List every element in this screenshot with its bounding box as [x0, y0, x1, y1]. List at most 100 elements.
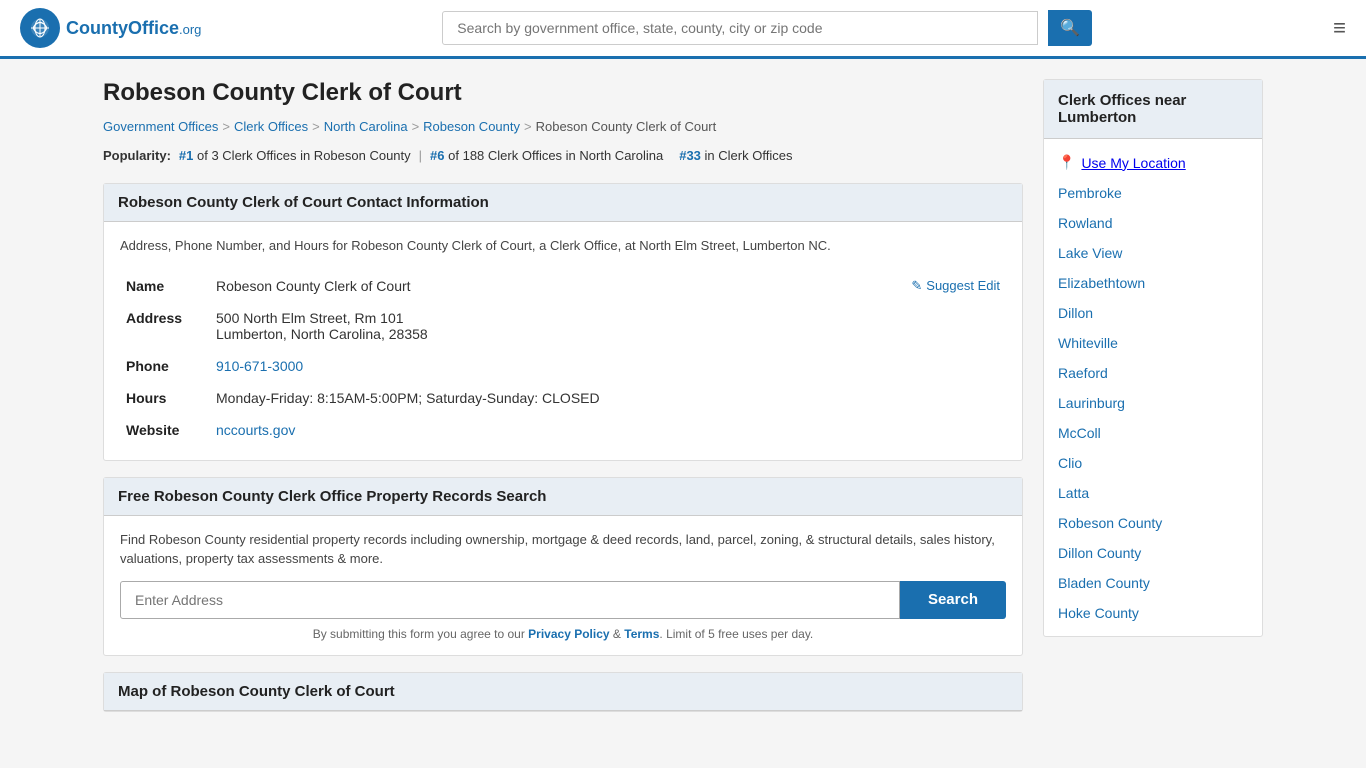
address-label: Address	[120, 302, 210, 350]
lakeview-link[interactable]: Lake View	[1058, 245, 1122, 261]
sidebar-item-whiteville: Whiteville	[1044, 328, 1262, 358]
sidebar-item-bladen-county: Bladen County	[1044, 568, 1262, 598]
breadcrumb-item-5: Robeson County Clerk of Court	[536, 119, 717, 134]
header-search-button[interactable]: 🔍	[1048, 10, 1092, 46]
property-description: Find Robeson County residential property…	[120, 530, 1006, 569]
map-section-header: Map of Robeson County Clerk of Court	[104, 673, 1022, 711]
breadcrumb-sep-4: >	[524, 119, 532, 134]
main-content: Robeson County Clerk of Court Government…	[103, 79, 1023, 728]
whiteville-link[interactable]: Whiteville	[1058, 335, 1118, 351]
address-search-input[interactable]	[120, 581, 900, 619]
contact-info-table: Name Robeson County Clerk of Court ✎ Sug…	[120, 270, 1006, 446]
address-value: 500 North Elm Street, Rm 101 Lumberton, …	[210, 302, 1006, 350]
sidebar-item-rowland: Rowland	[1044, 208, 1262, 238]
property-section-header: Free Robeson County Clerk Office Propert…	[104, 478, 1022, 516]
sidebar-item-lakeview: Lake View	[1044, 238, 1262, 268]
sidebar-item-mccoll: McColl	[1044, 418, 1262, 448]
map-section: Map of Robeson County Clerk of Court	[103, 672, 1023, 712]
privacy-policy-link[interactable]: Privacy Policy	[528, 627, 609, 641]
use-my-location-button[interactable]: 📍 Use My Location	[1044, 147, 1262, 178]
table-row-hours: Hours Monday-Friday: 8:15AM-5:00PM; Satu…	[120, 382, 1006, 414]
popularity-rank2: #6 of 188 Clerk Offices in North Carolin…	[430, 148, 663, 163]
table-row-name: Name Robeson County Clerk of Court ✎ Sug…	[120, 270, 1006, 302]
breadcrumb-item-3[interactable]: North Carolina	[324, 119, 408, 134]
name-value: Robeson County Clerk of Court ✎ Suggest …	[210, 270, 1006, 302]
sidebar-item-pembroke: Pembroke	[1044, 178, 1262, 208]
sidebar-item-laurinburg: Laurinburg	[1044, 388, 1262, 418]
property-section: Free Robeson County Clerk Office Propert…	[103, 477, 1023, 656]
hoke-county-link[interactable]: Hoke County	[1058, 605, 1139, 621]
rowland-link[interactable]: Rowland	[1058, 215, 1112, 231]
robeson-county-link[interactable]: Robeson County	[1058, 515, 1162, 531]
sidebar-item-dillon: Dillon	[1044, 298, 1262, 328]
dillon-link[interactable]: Dillon	[1058, 305, 1093, 321]
terms-link[interactable]: Terms	[624, 627, 659, 641]
breadcrumb-item-1[interactable]: Government Offices	[103, 119, 218, 134]
hours-value: Monday-Friday: 8:15AM-5:00PM; Saturday-S…	[210, 382, 1006, 414]
sidebar-item-hoke-county: Hoke County	[1044, 598, 1262, 628]
bladen-county-link[interactable]: Bladen County	[1058, 575, 1150, 591]
popularity-rank1: #1 of 3 Clerk Offices in Robeson County	[179, 148, 411, 163]
phone-value: 910-671-3000	[210, 350, 1006, 382]
use-location-link[interactable]: Use My Location	[1081, 155, 1185, 171]
page-container: Robeson County Clerk of Court Government…	[83, 59, 1283, 748]
breadcrumb-sep-2: >	[312, 119, 320, 134]
location-dot-icon: 📍	[1058, 154, 1075, 171]
name-label: Name	[120, 270, 210, 302]
popularity-rank3: #33 in Clerk Offices	[679, 148, 792, 163]
dillon-county-link[interactable]: Dillon County	[1058, 545, 1141, 561]
phone-link[interactable]: 910-671-3000	[216, 358, 303, 374]
laurinburg-link[interactable]: Laurinburg	[1058, 395, 1125, 411]
pop-divider-1: |	[419, 148, 422, 163]
sidebar-list: 📍 Use My Location Pembroke Rowland Lake …	[1044, 139, 1262, 636]
website-label: Website	[120, 414, 210, 446]
search-icon: 🔍	[1060, 20, 1080, 37]
sidebar-title: Clerk Offices near Lumberton	[1044, 80, 1262, 139]
menu-icon[interactable]: ≡	[1333, 15, 1346, 41]
header: CountyOffice.org 🔍 ≡	[0, 0, 1366, 59]
sidebar: Clerk Offices near Lumberton 📍 Use My Lo…	[1043, 79, 1263, 728]
suggest-edit-link[interactable]: ✎ Suggest Edit	[911, 278, 1000, 294]
table-row-phone: Phone 910-671-3000	[120, 350, 1006, 382]
sidebar-box: Clerk Offices near Lumberton 📍 Use My Lo…	[1043, 79, 1263, 637]
website-value: nccourts.gov	[210, 414, 1006, 446]
website-link[interactable]: nccourts.gov	[216, 422, 295, 438]
popularity-bar: Popularity: #1 of 3 Clerk Offices in Rob…	[103, 148, 1023, 163]
property-search-button[interactable]: Search	[900, 581, 1006, 619]
breadcrumb: Government Offices > Clerk Offices > Nor…	[103, 119, 1023, 134]
sidebar-item-latta: Latta	[1044, 478, 1262, 508]
address-search-row: Search	[120, 581, 1006, 619]
sidebar-item-raeford: Raeford	[1044, 358, 1262, 388]
sidebar-item-robeson-county: Robeson County	[1044, 508, 1262, 538]
header-search-area: 🔍	[442, 10, 1092, 46]
sidebar-item-elizabethtown: Elizabethtown	[1044, 268, 1262, 298]
elizabethtown-link[interactable]: Elizabethtown	[1058, 275, 1145, 291]
breadcrumb-sep-1: >	[222, 119, 230, 134]
page-title: Robeson County Clerk of Court	[103, 79, 1023, 107]
phone-label: Phone	[120, 350, 210, 382]
mccoll-link[interactable]: McColl	[1058, 425, 1101, 441]
sidebar-item-dillon-county: Dillon County	[1044, 538, 1262, 568]
logo-text: CountyOffice.org	[66, 18, 201, 39]
sidebar-item-clio: Clio	[1044, 448, 1262, 478]
contact-section-body: Address, Phone Number, and Hours for Rob…	[104, 222, 1022, 460]
property-section-body: Find Robeson County residential property…	[104, 516, 1022, 655]
table-row-website: Website nccourts.gov	[120, 414, 1006, 446]
breadcrumb-sep-3: >	[412, 119, 420, 134]
pembroke-link[interactable]: Pembroke	[1058, 185, 1122, 201]
breadcrumb-item-2[interactable]: Clerk Offices	[234, 119, 308, 134]
contact-description: Address, Phone Number, and Hours for Rob…	[120, 236, 1006, 256]
table-row-address: Address 500 North Elm Street, Rm 101 Lum…	[120, 302, 1006, 350]
clio-link[interactable]: Clio	[1058, 455, 1082, 471]
latta-link[interactable]: Latta	[1058, 485, 1089, 501]
contact-section: Robeson County Clerk of Court Contact In…	[103, 183, 1023, 461]
popularity-label: Popularity:	[103, 148, 171, 163]
header-search-input[interactable]	[442, 11, 1038, 45]
suggest-edit-icon: ✎	[911, 278, 922, 294]
form-disclaimer: By submitting this form you agree to our…	[120, 627, 1006, 641]
contact-section-header: Robeson County Clerk of Court Contact In…	[104, 184, 1022, 222]
logo: CountyOffice.org	[20, 8, 201, 48]
hours-label: Hours	[120, 382, 210, 414]
raeford-link[interactable]: Raeford	[1058, 365, 1108, 381]
breadcrumb-item-4[interactable]: Robeson County	[423, 119, 520, 134]
